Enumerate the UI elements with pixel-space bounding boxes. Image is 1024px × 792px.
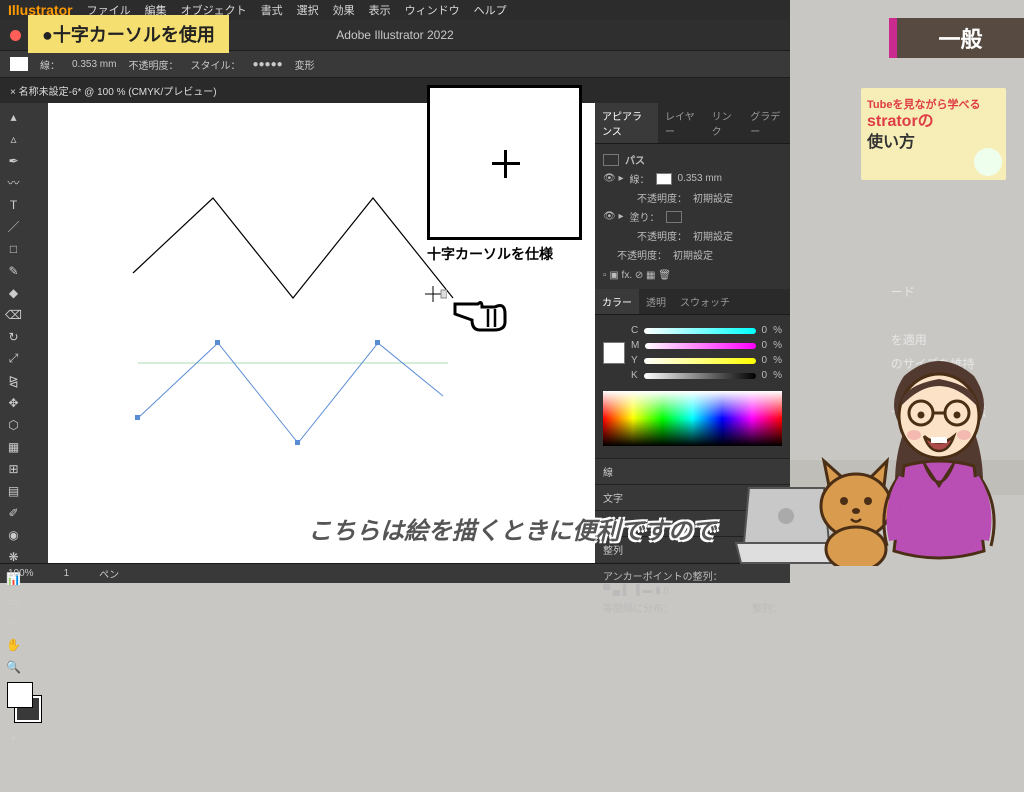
pointing-hand-icon <box>450 282 520 332</box>
title-tag: ●十字カーソルを使用 <box>28 15 229 53</box>
symbol-spray[interactable]: ❋ <box>3 546 24 567</box>
rect-tool[interactable]: □ <box>3 238 24 259</box>
mesh-tool[interactable]: ⊞ <box>3 458 24 479</box>
perspective-tool[interactable]: ▦ <box>3 436 24 457</box>
transform-btn[interactable]: 変形 <box>295 57 315 72</box>
curvature-tool[interactable]: 〰 <box>3 172 24 193</box>
menu-type[interactable]: 書式 <box>261 2 283 18</box>
tab-links[interactable]: リンク <box>705 103 744 143</box>
menu-view[interactable]: 表示 <box>369 2 391 18</box>
inset-label: 十字カーソルを仕様 <box>427 244 553 264</box>
promo-card: Tubeを見ながら学べる stratorの 使い方 <box>861 88 1006 180</box>
width-tool[interactable]: ⧎ <box>3 370 24 391</box>
tab-layers[interactable]: レイヤー <box>658 103 705 143</box>
k-slider[interactable] <box>644 373 756 379</box>
tab-color[interactable]: カラー <box>595 289 639 314</box>
fill-swatch[interactable] <box>10 57 28 71</box>
close-icon[interactable] <box>10 30 21 41</box>
tab-transparency[interactable]: 透明 <box>639 289 673 314</box>
menu-window[interactable]: ウィンドウ <box>405 2 460 18</box>
stroke-width[interactable]: 0.353 mm <box>72 59 116 70</box>
tab-appearance[interactable]: アピアランス <box>595 103 658 143</box>
tool-panel[interactable]: ▴ ▵ ✒ 〰 T ／ □ ✎ ◆ ⌫ ↻ ⤢ ⧎ ✥ ⬡ ▦ ⊞ ▤ ✐ ◉ … <box>0 103 48 563</box>
illustrator-window: Illustrator ファイル 編集 オブジェクト 書式 選択 効果 表示 ウ… <box>0 0 790 576</box>
window-title: Adobe Illustrator 2022 <box>336 28 453 42</box>
hand-tool[interactable]: ✋ <box>3 634 24 655</box>
menu-effect[interactable]: 効果 <box>333 2 355 18</box>
presenter-character <box>869 351 1009 566</box>
crosshair-icon <box>492 150 520 178</box>
eraser-tool[interactable]: ⌫ <box>3 304 24 325</box>
fill-stroke-icon[interactable] <box>7 682 41 722</box>
screen-mode[interactable]: ▫ <box>3 749 24 770</box>
zoom-tool[interactable]: 🔍 <box>3 656 24 677</box>
line-tool[interactable]: ／ <box>3 216 24 237</box>
pen-tool[interactable]: ✒ <box>3 150 24 171</box>
direct-select-tool[interactable]: ▵ <box>3 128 24 149</box>
selection-tool[interactable]: ▴ <box>3 106 24 127</box>
artboard-tool[interactable]: ▭ <box>3 590 24 611</box>
category-label: 一般 <box>889 18 1024 58</box>
free-transform[interactable]: ✥ <box>3 392 24 413</box>
rotate-tool[interactable]: ↻ <box>3 326 24 347</box>
menu-select[interactable]: 選択 <box>297 2 319 18</box>
shaper-tool[interactable]: ◆ <box>3 282 24 303</box>
promo-face-icon <box>974 148 1002 176</box>
zoom-level[interactable]: 100% <box>8 568 34 579</box>
c-slider[interactable] <box>644 328 755 334</box>
cursor-inset <box>427 85 582 240</box>
y-slider[interactable] <box>644 358 756 364</box>
scale-tool[interactable]: ⤢ <box>3 348 24 369</box>
tab-gradient[interactable]: グラデー <box>743 103 790 143</box>
m-slider[interactable] <box>645 343 755 349</box>
color-mode[interactable]: ▪ <box>3 727 24 748</box>
section-stroke[interactable]: 線 <box>595 458 790 484</box>
shape-builder[interactable]: ⬡ <box>3 414 24 435</box>
gradient-tool[interactable]: ▤ <box>3 480 24 501</box>
menu-help[interactable]: ヘルプ <box>474 2 507 18</box>
tab-swatches[interactable]: スウォッチ <box>673 289 737 314</box>
options-bar[interactable]: 線： 0.353 mm 不透明度： スタイル： ●●●●● 変形 <box>0 50 790 78</box>
edit-toolbar[interactable]: ⋯ <box>3 771 24 792</box>
document-tab[interactable]: × 名称未設定-6* @ 100 % (CMYK/プレビュー) <box>0 78 790 103</box>
precise-cursor-icon <box>425 286 447 304</box>
spectrum-picker[interactable] <box>603 391 782 446</box>
slice-tool[interactable]: ✂ <box>3 612 24 633</box>
type-tool[interactable]: T <box>3 194 24 215</box>
brush-tool[interactable]: ✎ <box>3 260 24 281</box>
